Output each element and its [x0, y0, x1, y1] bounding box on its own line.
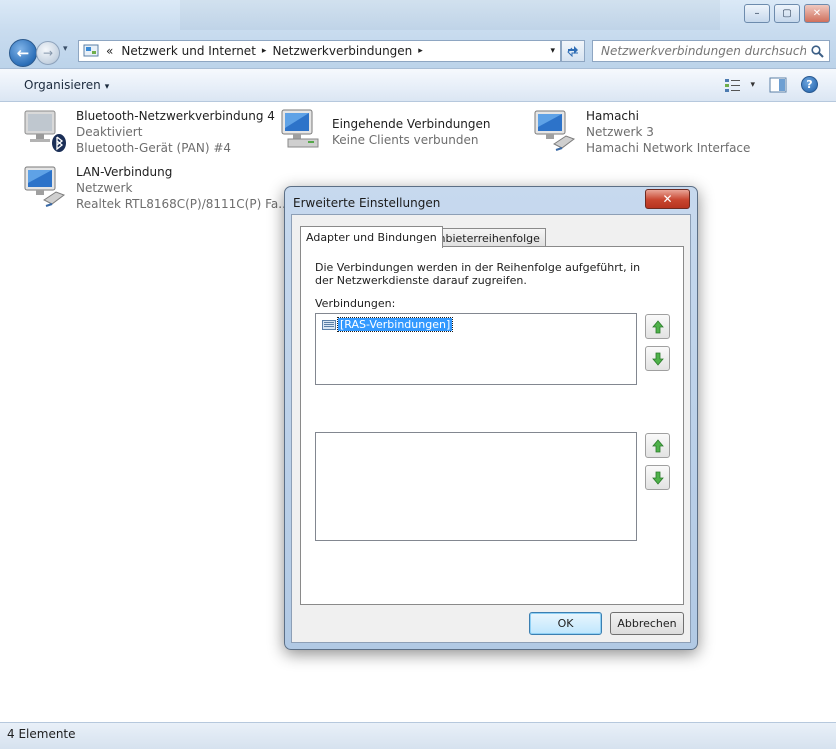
arrow-up-icon [651, 319, 664, 333]
connection-status: Keine Clients verbunden [332, 133, 479, 147]
connection-item-hamachi[interactable]: Hamachi Netzwerk 3 Hamachi Network Inter… [532, 108, 750, 156]
breadcrumb-separator[interactable]: ▸ [260, 46, 269, 56]
command-bar: Organisieren ▾ ▾ ? [0, 69, 836, 102]
connections-list[interactable]: [RAS-Verbindungen] [315, 313, 637, 385]
arrow-up-icon [651, 438, 664, 452]
connection-device: Hamachi Network Interface [586, 141, 751, 155]
binding-move-up-button[interactable] [645, 433, 670, 458]
move-up-button[interactable] [645, 314, 670, 339]
close-window-button[interactable]: ✕ [804, 4, 830, 23]
control-panel-icon [83, 44, 99, 57]
connection-title: Eingehende Verbindungen [332, 117, 491, 131]
maximize-button[interactable]: ▢ [774, 4, 800, 23]
search-icon[interactable] [811, 44, 824, 58]
forward-button[interactable]: → [36, 41, 60, 65]
window-title-area: – ▢ ✕ ← → ▾ « Netzwerk und Internet ▸ Ne… [0, 0, 836, 69]
connection-device: Realtek RTL8168C(P)/8111C(P) Fa... [76, 197, 290, 211]
organize-menu-button[interactable]: Organisieren ▾ [24, 78, 109, 92]
connection-title: Hamachi [586, 109, 639, 123]
binding-move-down-button[interactable] [645, 465, 670, 490]
command-bar-right: ▾ ? [724, 76, 818, 93]
bluetooth-network-icon [24, 110, 66, 152]
refresh-button[interactable] [561, 40, 585, 62]
chevron-down-icon: ▾ [104, 82, 110, 92]
advanced-settings-dialog: Erweiterte Einstellungen ✕ Adapter und B… [284, 186, 698, 650]
incoming-connections-icon [281, 109, 319, 148]
connection-status: Netzwerk [76, 181, 133, 195]
address-history-dropdown[interactable]: ▾ [550, 46, 555, 56]
ras-connections-icon [322, 319, 336, 330]
tab-adapter-und-bindungen[interactable]: Adapter und Bindungen [300, 226, 443, 248]
address-overflow[interactable]: « [102, 44, 117, 58]
window-controls: – ▢ ✕ [744, 4, 830, 23]
breadcrumb-netzwerk-und-internet[interactable]: Netzwerk und Internet [117, 44, 260, 58]
move-down-button[interactable] [645, 346, 670, 371]
dialog-body: Adapter und Bindungen Anbieterreihenfolg… [291, 214, 691, 643]
list-item[interactable]: [RAS-Verbindungen] [322, 317, 454, 332]
chevron-down-icon[interactable]: ▾ [750, 80, 755, 90]
connection-device: Bluetooth-Gerät (PAN) #4 [76, 141, 232, 155]
recent-pages-dropdown[interactable]: ▾ [63, 44, 68, 54]
preview-pane-icon[interactable] [769, 77, 787, 93]
connection-status: Netzwerk 3 [586, 125, 654, 139]
list-item-label: [RAS-Verbindungen] [336, 317, 454, 332]
refresh-icon [567, 46, 578, 57]
connections-description: Die Verbindungen werden in der Reihenfol… [315, 261, 641, 287]
tab-anbieterreihenfolge[interactable]: Anbieterreihenfolge [425, 228, 546, 248]
background-window-strip [180, 0, 720, 30]
item-count: 4 Elemente [7, 727, 76, 741]
address-bar[interactable]: « Netzwerk und Internet ▸ Netzwerkverbin… [78, 40, 561, 62]
organize-label: Organisieren [24, 78, 101, 92]
breadcrumb-separator[interactable]: ▸ [416, 46, 425, 56]
search-box[interactable] [592, 40, 830, 62]
arrow-down-icon [651, 352, 664, 366]
status-bar: 4 Elemente [0, 722, 836, 749]
ok-button[interactable]: OK [529, 612, 602, 635]
back-button[interactable]: ← [9, 39, 37, 67]
view-options-icon [725, 78, 741, 92]
change-view-button[interactable]: ▾ [724, 77, 755, 93]
network-adapter-icon [534, 110, 576, 151]
connection-status: Deaktiviert [76, 125, 143, 139]
connections-label: Verbindungen: [315, 297, 396, 310]
help-button[interactable]: ? [801, 76, 818, 93]
network-adapter-icon [24, 166, 66, 207]
cancel-button[interactable]: Abbrechen [610, 612, 684, 635]
dialog-title: Erweiterte Einstellungen [293, 196, 441, 210]
connection-title: LAN-Verbindung [76, 165, 173, 179]
dialog-close-button[interactable]: ✕ [645, 189, 690, 209]
connection-item-bluetooth[interactable]: Bluetooth-Netzwerkverbindung 4 Deaktivie… [22, 108, 275, 156]
breadcrumb-netzwerkverbindungen[interactable]: Netzwerkverbindungen [268, 44, 416, 58]
bindings-list[interactable] [315, 432, 637, 541]
search-input[interactable] [599, 43, 808, 59]
arrow-down-icon [651, 471, 664, 485]
connection-title: Bluetooth-Netzwerkverbindung 4 [76, 109, 275, 123]
tab-panel: Die Verbindungen werden in der Reihenfol… [300, 246, 684, 605]
connection-item-lan[interactable]: LAN-Verbindung Netzwerk Realtek RTL8168C… [22, 164, 290, 212]
minimize-button[interactable]: – [744, 4, 770, 23]
connection-item-incoming[interactable]: Eingehende Verbindungen Keine Clients ve… [278, 108, 491, 154]
